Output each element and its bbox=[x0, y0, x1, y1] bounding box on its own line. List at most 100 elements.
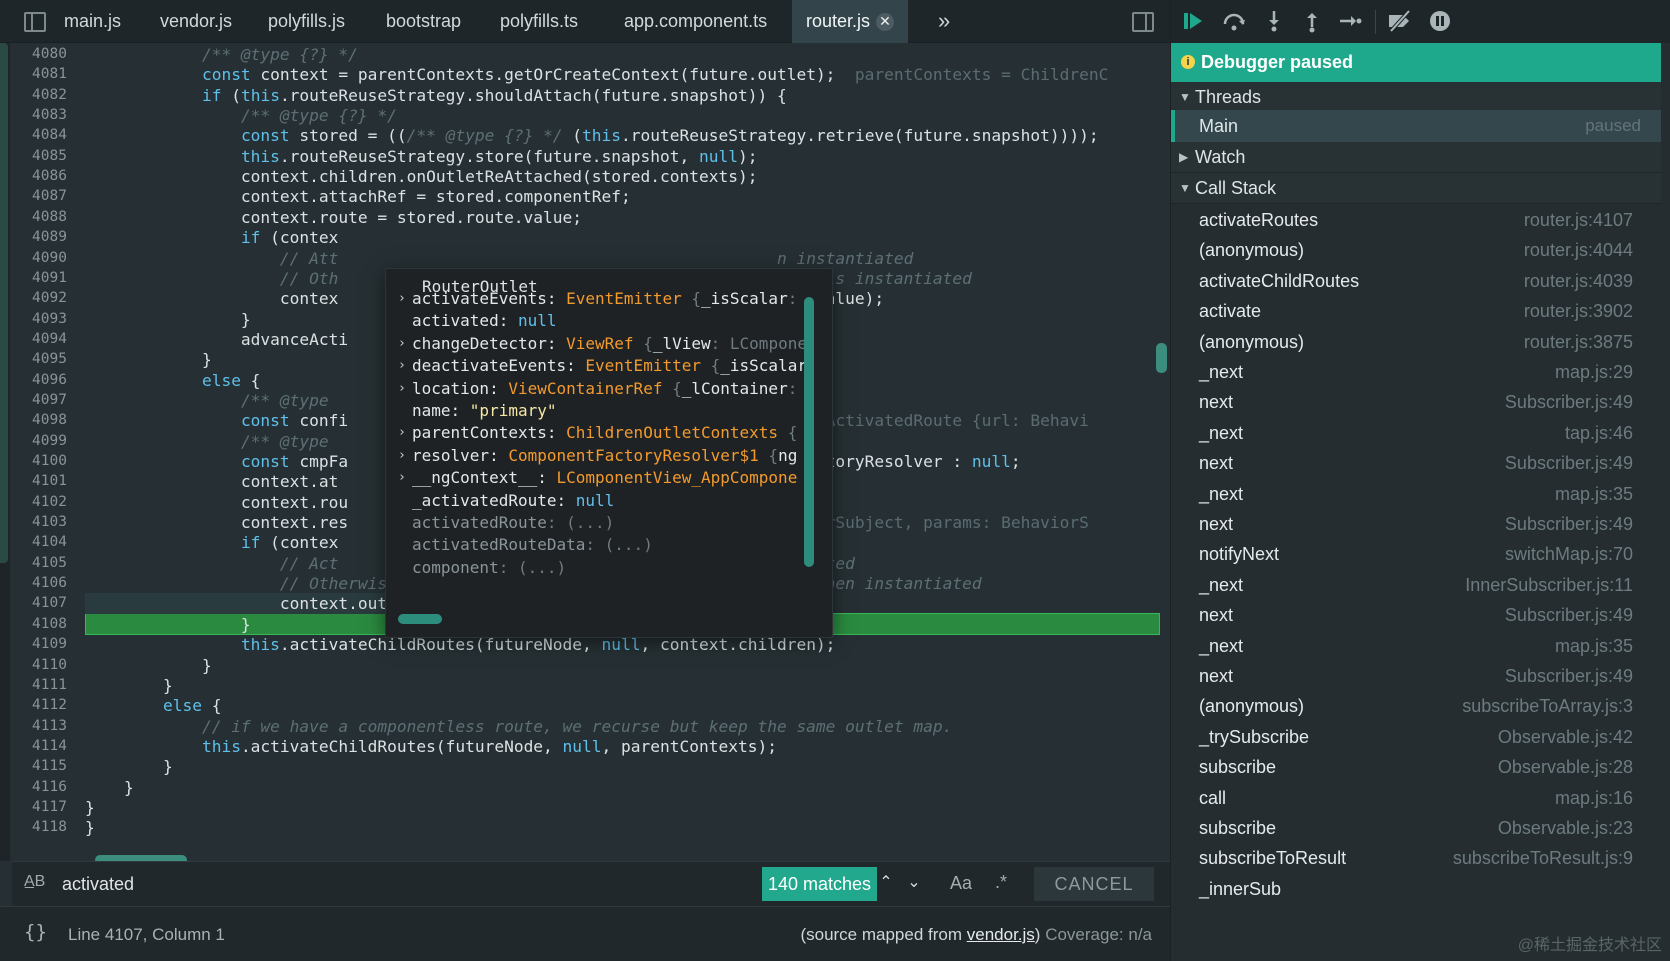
step-icon[interactable] bbox=[1337, 9, 1363, 35]
code-view[interactable]: 4080 /** @type {?} */4081 const context … bbox=[0, 43, 1170, 861]
call-stack-frame[interactable]: next Subscriber.js:49 bbox=[1171, 447, 1661, 479]
popover-property[interactable]: activatedRouteData: (...) bbox=[386, 534, 816, 556]
expand-arrow-icon[interactable]: › bbox=[398, 288, 406, 310]
line-number[interactable]: 4096 bbox=[32, 370, 76, 391]
call-stack-frame[interactable]: activateChildRoutes router.js:4039 bbox=[1171, 265, 1661, 297]
call-stack-frame[interactable]: subscribe Observable.js:23 bbox=[1171, 812, 1661, 844]
line-number[interactable]: 4107 bbox=[32, 593, 76, 614]
call-stack-frame[interactable]: activate router.js:3902 bbox=[1171, 295, 1661, 327]
line-number[interactable]: 4112 bbox=[32, 695, 76, 716]
expand-arrow-icon[interactable]: › bbox=[398, 467, 406, 489]
call-stack-frame[interactable]: (anonymous) router.js:3875 bbox=[1171, 326, 1661, 358]
line-number[interactable]: 4108 bbox=[32, 614, 76, 635]
call-stack-frame[interactable]: _trySubscribe Observable.js:42 bbox=[1171, 721, 1661, 753]
popover-property[interactable]: › activateEvents: EventEmitter {_isScalar… bbox=[386, 288, 816, 310]
line-number[interactable]: 4088 bbox=[32, 207, 76, 228]
line-number[interactable]: 4115 bbox=[32, 756, 76, 777]
line-number[interactable]: 4106 bbox=[32, 573, 76, 594]
tab-app-component-ts[interactable]: app.component.ts bbox=[624, 0, 767, 43]
line-number[interactable]: 4081 bbox=[32, 64, 76, 85]
popover-property[interactable]: name: "primary" bbox=[386, 400, 816, 422]
line-number[interactable]: 4118 bbox=[32, 817, 76, 838]
call-stack-frame[interactable]: (anonymous) router.js:4044 bbox=[1171, 234, 1661, 266]
popover-property[interactable]: › deactivateEvents: EventEmitter {_isScal… bbox=[386, 355, 816, 377]
popover-property[interactable]: › __ngContext__: LComponentView_AppCompon… bbox=[386, 467, 816, 489]
line-number[interactable]: 4093 bbox=[32, 309, 76, 330]
call-stack-frame[interactable]: _next map.js:35 bbox=[1171, 478, 1661, 510]
call-stack-frame[interactable]: notifyNext switchMap.js:70 bbox=[1171, 538, 1661, 570]
line-number[interactable]: 4105 bbox=[32, 553, 76, 574]
call-stack-frame[interactable]: call map.js:16 bbox=[1171, 782, 1661, 814]
regex-button[interactable]: .* bbox=[995, 872, 1007, 893]
line-number[interactable]: 4101 bbox=[32, 471, 76, 492]
line-number[interactable]: 4111 bbox=[32, 675, 76, 696]
step-over-icon[interactable] bbox=[1221, 9, 1247, 35]
line-number[interactable]: 4098 bbox=[32, 410, 76, 431]
line-number[interactable]: 4114 bbox=[32, 736, 76, 757]
tab-polyfills-js[interactable]: polyfills.js bbox=[268, 0, 345, 43]
line-number[interactable]: 4102 bbox=[32, 492, 76, 513]
line-number[interactable]: 4080 bbox=[32, 44, 76, 65]
popover-property[interactable]: › resolver: ComponentFactoryResolver$1 {n… bbox=[386, 445, 816, 467]
call-stack-frame[interactable]: subscribeToResult subscribeToResult.js:9 bbox=[1171, 842, 1661, 874]
toggle-debugger-icon[interactable] bbox=[1132, 12, 1154, 32]
step-into-icon[interactable] bbox=[1261, 9, 1287, 35]
line-number[interactable]: 4090 bbox=[32, 248, 76, 269]
call-stack-frame[interactable]: _next InnerSubscriber.js:11 bbox=[1171, 569, 1661, 601]
next-match-button[interactable]: ⌄ bbox=[902, 872, 926, 896]
thread-item-main[interactable]: Main paused bbox=[1171, 110, 1661, 142]
more-tabs-icon[interactable]: » bbox=[938, 8, 950, 34]
watch-header[interactable]: ▶ Watch bbox=[1171, 142, 1661, 173]
expand-arrow-icon[interactable]: › bbox=[398, 445, 406, 467]
popover-property[interactable]: activatedRoute: (...) bbox=[386, 512, 816, 534]
close-tab-icon[interactable]: ✕ bbox=[876, 13, 895, 32]
call-stack-frame[interactable]: (anonymous) subscribeToArray.js:3 bbox=[1171, 690, 1661, 722]
call-stack-frame[interactable]: next Subscriber.js:49 bbox=[1171, 599, 1661, 631]
line-number[interactable]: 4117 bbox=[32, 797, 76, 818]
call-stack-frame[interactable]: subscribe Observable.js:28 bbox=[1171, 751, 1661, 783]
match-case-button[interactable]: Aa bbox=[950, 873, 972, 894]
pause-on-exceptions-icon[interactable] bbox=[1427, 9, 1453, 35]
threads-header[interactable]: ▼ Threads bbox=[1171, 82, 1661, 113]
expand-arrow-icon[interactable]: › bbox=[398, 355, 406, 377]
call-stack-frame[interactable]: _innerSub bbox=[1171, 873, 1661, 905]
popover-property[interactable]: _activatedRoute: null bbox=[386, 490, 816, 512]
line-number[interactable]: 4113 bbox=[32, 716, 76, 737]
line-number[interactable]: 4104 bbox=[32, 532, 76, 553]
line-number[interactable]: 4091 bbox=[32, 268, 76, 289]
line-number[interactable]: 4110 bbox=[32, 655, 76, 676]
source-map-link[interactable]: vendor.js bbox=[967, 925, 1035, 944]
cancel-search-button[interactable]: CANCEL bbox=[1034, 867, 1154, 901]
expand-arrow-icon[interactable]: › bbox=[398, 422, 406, 444]
call-stack-frame[interactable]: _next map.js:29 bbox=[1171, 356, 1661, 388]
line-number[interactable]: 4089 bbox=[32, 227, 76, 248]
line-number[interactable]: 4092 bbox=[32, 288, 76, 309]
step-out-icon[interactable] bbox=[1299, 9, 1325, 35]
call-stack-header[interactable]: ▼ Call Stack bbox=[1171, 173, 1661, 204]
search-input[interactable] bbox=[62, 870, 762, 898]
line-number[interactable]: 4087 bbox=[32, 186, 76, 207]
line-number[interactable]: 4084 bbox=[32, 125, 76, 146]
tab-bootstrap[interactable]: bootstrap bbox=[386, 0, 461, 43]
previous-match-button[interactable]: ⌃ bbox=[874, 872, 898, 896]
toggle-navigator-icon[interactable] bbox=[24, 12, 46, 32]
line-number[interactable]: 4116 bbox=[32, 777, 76, 798]
call-stack-frame[interactable]: _next map.js:35 bbox=[1171, 630, 1661, 662]
pretty-print-icon[interactable]: {} bbox=[24, 921, 47, 943]
popover-property[interactable]: › location: ViewContainerRef {_lContainer… bbox=[386, 378, 816, 400]
tab-router-js[interactable]: router.js ✕ bbox=[792, 0, 909, 43]
line-number[interactable]: 4109 bbox=[32, 634, 76, 655]
popover-horizontal-scrollbar[interactable] bbox=[398, 614, 442, 624]
line-number[interactable]: 4085 bbox=[32, 146, 76, 167]
tab-vendor-js[interactable]: vendor.js bbox=[160, 0, 232, 43]
popover-property[interactable]: › changeDetector: ViewRef {_lView: LCompo… bbox=[386, 333, 816, 355]
vertical-scrollbar[interactable] bbox=[1156, 343, 1167, 373]
line-number[interactable]: 4097 bbox=[32, 390, 76, 411]
deactivate-breakpoints-icon[interactable] bbox=[1387, 9, 1413, 35]
line-number[interactable]: 4083 bbox=[32, 105, 76, 126]
call-stack-frame[interactable]: next Subscriber.js:49 bbox=[1171, 660, 1661, 692]
resume-icon[interactable] bbox=[1181, 9, 1207, 35]
popover-property[interactable]: component: (...) bbox=[386, 557, 816, 579]
line-number[interactable]: 4100 bbox=[32, 451, 76, 472]
popover-property[interactable]: › parentContexts: ChildrenOutletContexts … bbox=[386, 422, 816, 444]
